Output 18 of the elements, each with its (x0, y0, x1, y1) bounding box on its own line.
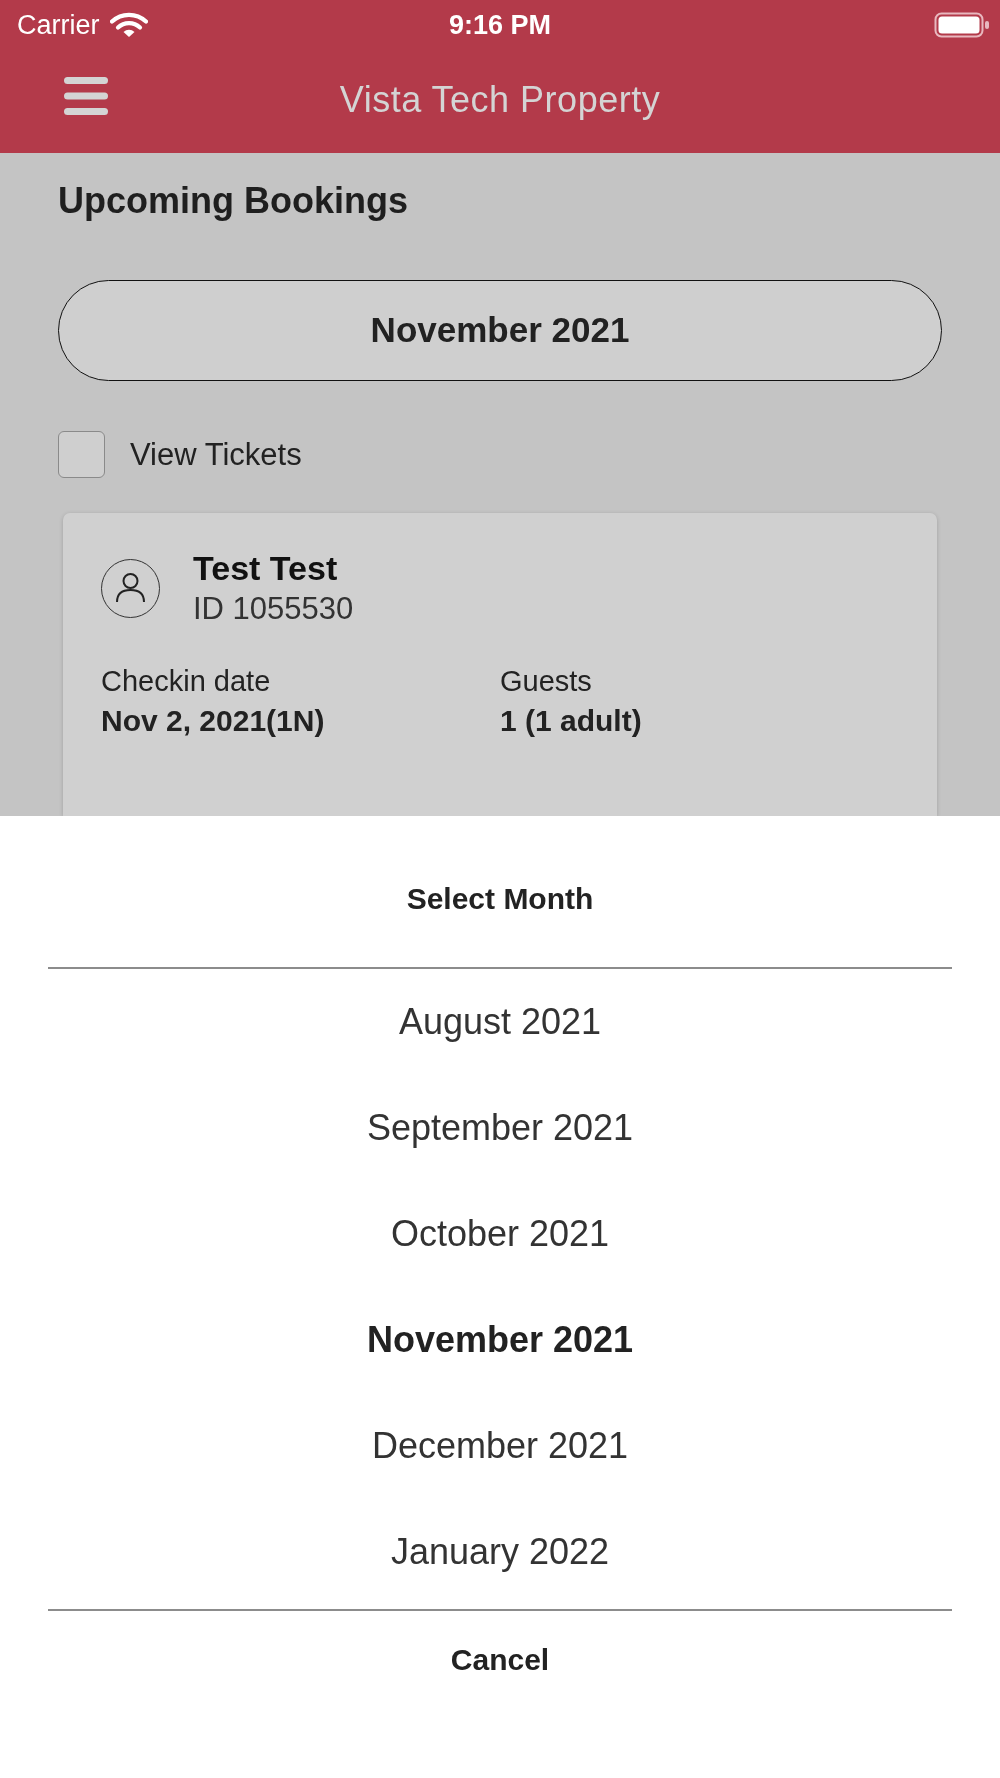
status-time: 9:16 PM (449, 9, 551, 41)
guest-name: Test Test (193, 548, 339, 589)
booking-id: ID 1055530 (193, 590, 354, 628)
month-picker-button[interactable]: November 2021 (58, 280, 942, 381)
carrier-label: Carrier (17, 9, 100, 41)
app-title: Vista Tech Property (339, 78, 661, 122)
field-value: Nov 2, 2021(1N) (101, 703, 326, 739)
wifi-icon (109, 12, 148, 38)
field-value: 1 (1 adult) (500, 703, 643, 739)
page-title: Upcoming Bookings (58, 179, 408, 223)
field-label: Checkin date (101, 664, 272, 699)
field-label: Guests (500, 664, 593, 699)
person-icon (101, 558, 160, 618)
view-tickets-label: View Tickets (130, 435, 302, 474)
menu-icon[interactable] (64, 76, 108, 116)
sheet-title: Select Month (406, 882, 594, 915)
view-tickets-checkbox[interactable] (58, 431, 105, 478)
battery-icon (934, 12, 990, 38)
